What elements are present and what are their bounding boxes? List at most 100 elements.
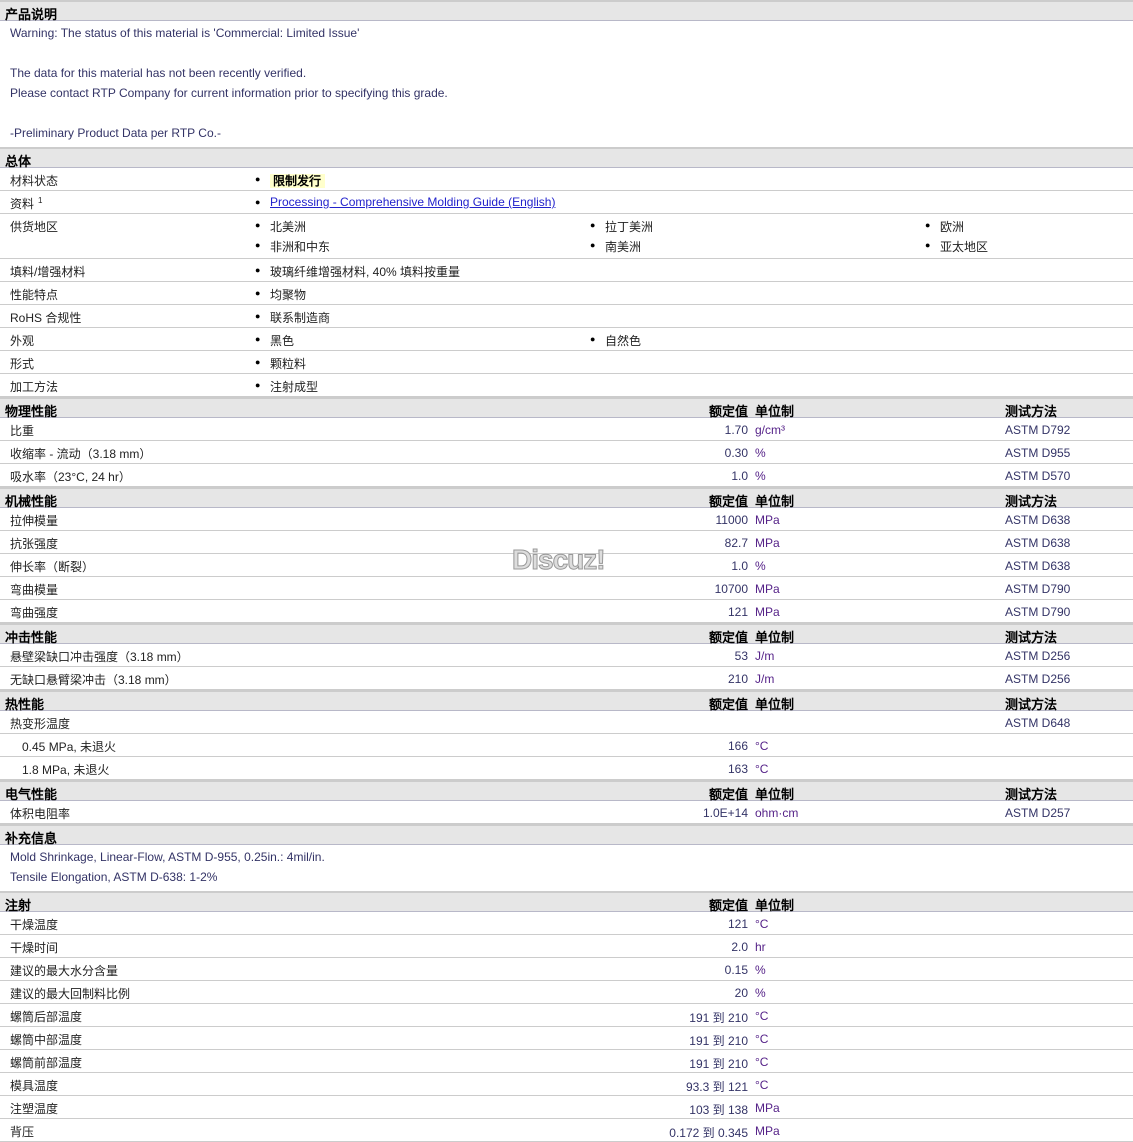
- bullet-item: 拉丁美洲: [590, 218, 654, 235]
- bullet-item: 联系制造商: [255, 309, 331, 326]
- property-unit: g/cm³: [755, 423, 785, 437]
- section-title: 补充信息: [5, 831, 58, 846]
- property-label: 干燥时间: [10, 941, 59, 955]
- document-link[interactable]: Processing - Comprehensive Molding Guide…: [270, 195, 555, 209]
- text-line: Tensile Elongation, ASTM D-638: 1-2%: [10, 870, 218, 884]
- property-row: 资料1 Processing - Comprehensive Molding Gu…: [0, 191, 1133, 214]
- property-row: 背压 0.172 到 0.345 MPa: [0, 1119, 1133, 1142]
- item-text: 均聚物: [270, 288, 307, 302]
- property-row: 建议的最大回制料比例 20%: [0, 981, 1133, 1004]
- property-label: 螺筒中部温度: [10, 1033, 83, 1047]
- property-label: 供货地区: [10, 220, 59, 234]
- property-unit: MPa: [755, 536, 780, 550]
- property-unit: °C: [755, 1032, 769, 1046]
- property-label: 悬壁梁缺口冲击强度（3.18 mm）: [10, 650, 189, 664]
- bullet-item: 自然色: [590, 332, 641, 349]
- property-unit: MPa: [755, 513, 780, 527]
- property-value: 121: [727, 605, 748, 619]
- property-row: 收缩率 - 流动（3.18 mm） 0.30% ASTM D955: [0, 441, 1133, 464]
- property-value: 191 到 210: [689, 1011, 748, 1025]
- bullet-item: 玻璃纤维增强材料, 40% 填料按重量: [255, 263, 461, 280]
- property-row: 供货地区 北美洲 拉丁美洲 欧洲非洲和中东 南美洲 亚太地区: [0, 214, 1133, 259]
- property-value: 0.30: [724, 446, 748, 460]
- property-label: 加工方法: [10, 380, 59, 394]
- property-label: 背压: [10, 1125, 35, 1139]
- item-text: 联系制造商: [270, 311, 331, 325]
- test-method: ASTM D638: [1005, 536, 1071, 550]
- property-row: 弯曲强度 121 MPa ASTM D790: [0, 600, 1133, 623]
- bullet-item: 颗粒料: [255, 355, 306, 372]
- property-row: 模具温度 93.3 到 121 °C: [0, 1073, 1133, 1096]
- property-value: 210: [727, 672, 748, 686]
- property-unit: °C: [755, 1055, 769, 1069]
- property-value: 53: [734, 649, 748, 663]
- property-unit: hr: [755, 940, 766, 954]
- property-unit: °C: [755, 1078, 769, 1092]
- bullet-item[interactable]: Processing - Comprehensive Molding Guide…: [255, 195, 555, 209]
- property-row: 形式 颗粒料: [0, 351, 1133, 374]
- property-value: 2.0: [731, 940, 748, 954]
- section-text: Warning: The status of this material is …: [0, 21, 1133, 147]
- item-text: 拉丁美洲: [605, 220, 654, 234]
- section-title: 产品说明: [5, 7, 58, 22]
- item-text: 北美洲: [270, 220, 307, 234]
- property-row: 无缺口悬臂梁冲击（3.18 mm） 210 J/m ASTM D256: [0, 667, 1133, 690]
- item-text: 黑色: [270, 334, 295, 348]
- property-value: 163: [727, 762, 748, 776]
- property-label: 伸长率（断裂）: [10, 560, 95, 574]
- property-label: 抗张强度: [10, 537, 59, 551]
- property-row: 拉伸模量 11000 MPa ASTM D638: [0, 508, 1133, 531]
- text-line: -Preliminary Product Data per RTP Co.-: [10, 126, 221, 140]
- property-label: 弯曲模量: [10, 583, 59, 597]
- property-row: 螺筒前部温度 191 到 210 °C: [0, 1050, 1133, 1073]
- section-header: 机械性能 额定值 单位制 测试方法: [0, 487, 1133, 509]
- property-unit: %: [755, 986, 766, 1000]
- test-method: ASTM D570: [1005, 469, 1071, 483]
- property-value: 103 到 138: [689, 1103, 748, 1117]
- property-row: 1.8 MPa, 未退火 163 °C: [0, 757, 1133, 780]
- property-unit: ohm·cm: [755, 806, 799, 820]
- text-line: Mold Shrinkage, Linear-Flow, ASTM D-955,…: [10, 850, 325, 864]
- property-row: 性能特点 均聚物: [0, 282, 1133, 305]
- item-text: 玻璃纤维增强材料, 40% 填料按重量: [270, 265, 461, 279]
- property-label: 材料状态: [10, 174, 59, 188]
- property-row: 干燥温度 121 °C: [0, 912, 1133, 935]
- property-label: 建议的最大回制料比例: [10, 987, 131, 1001]
- text-line: Warning: The status of this material is …: [10, 26, 360, 40]
- property-label: 体积电阻率: [10, 807, 71, 821]
- bullet-item: 非洲和中东: [255, 238, 331, 255]
- property-unit: %: [755, 446, 766, 460]
- property-row: 螺筒中部温度 191 到 210 °C: [0, 1027, 1133, 1050]
- property-row: 弯曲模量 10700 MPa ASTM D790: [0, 577, 1133, 600]
- item-text: 非洲和中东: [270, 240, 331, 254]
- section-header: 注射 额定值 单位制: [0, 891, 1133, 913]
- property-label: 螺筒后部温度: [10, 1010, 83, 1024]
- test-method: ASTM D638: [1005, 559, 1071, 573]
- bullet-item: 注射成型: [255, 378, 318, 395]
- bullet-item: 亚太地区: [925, 238, 989, 255]
- property-label: 吸水率（23°C, 24 hr）: [10, 470, 131, 484]
- item-text: 亚太地区: [940, 240, 989, 254]
- property-label: 弯曲强度: [10, 606, 59, 620]
- item-text: 南美洲: [605, 240, 642, 254]
- section-header: 产品说明: [0, 0, 1133, 22]
- property-row: 悬壁梁缺口冲击强度（3.18 mm） 53 J/m ASTM D256: [0, 644, 1133, 667]
- property-unit: %: [755, 963, 766, 977]
- property-row: 热变形温度 ASTM D648: [0, 711, 1133, 734]
- property-row: 外观 黑色 自然色: [0, 328, 1133, 351]
- property-label: 螺筒前部温度: [10, 1056, 83, 1070]
- watermark: Discuz!: [512, 544, 607, 576]
- property-label: 形式: [10, 357, 35, 371]
- test-method: ASTM D955: [1005, 446, 1071, 460]
- bullet-item: 南美洲: [590, 238, 642, 255]
- section-header: 冲击性能 额定值 单位制 测试方法: [0, 623, 1133, 645]
- item-text: 限制发行: [270, 174, 326, 188]
- test-method: ASTM D790: [1005, 605, 1071, 619]
- section-header: 热性能 额定值 单位制 测试方法: [0, 690, 1133, 712]
- property-row: 材料状态 限制发行: [0, 168, 1133, 191]
- property-unit: J/m: [755, 649, 775, 663]
- property-unit: °C: [755, 739, 769, 753]
- property-value: 11000: [715, 513, 748, 527]
- test-method: ASTM D638: [1005, 513, 1071, 527]
- section-header: 电气性能 额定值 单位制 测试方法: [0, 780, 1133, 802]
